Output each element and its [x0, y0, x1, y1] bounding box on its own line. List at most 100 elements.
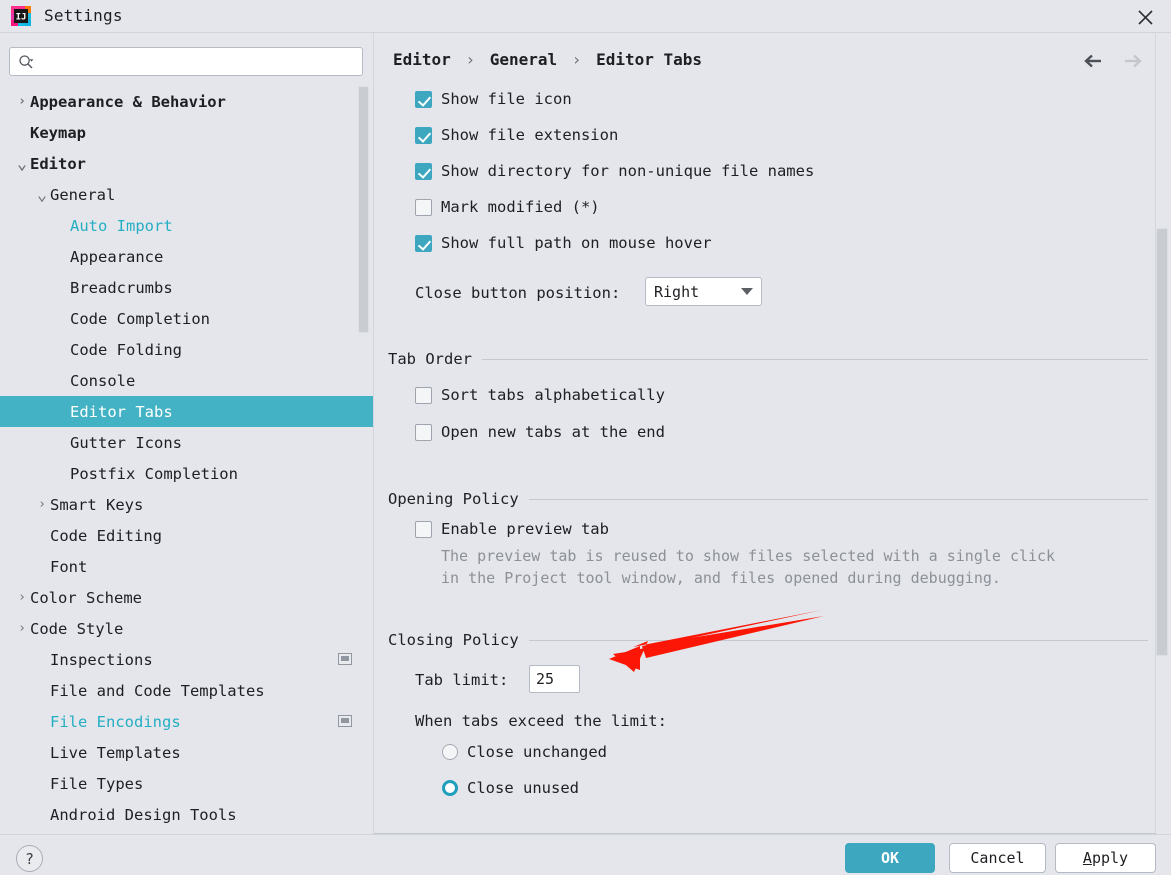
checkbox-box	[415, 234, 432, 252]
radio-close-unused[interactable]: Close unused	[442, 779, 579, 797]
checkbox-box	[415, 126, 432, 144]
apply-button[interactable]: Apply	[1055, 843, 1156, 873]
help-icon: ?	[24, 849, 35, 868]
sidebar-item-label: Color Scheme	[30, 588, 142, 607]
sidebar-item-postfix-completion[interactable]: Postfix Completion	[0, 458, 374, 489]
when-tabs-exceed-label: When tabs exceed the limit:	[415, 712, 667, 730]
checkbox-label: Enable preview tab	[441, 520, 609, 538]
group-title: Tab Order	[388, 350, 472, 368]
apply-button-label: pply	[1091, 849, 1129, 867]
checkbox-label: Sort tabs alphabetically	[441, 386, 665, 404]
group-divider	[528, 498, 1148, 500]
sidebar-item-file-encodings[interactable]: File Encodings	[0, 706, 374, 737]
checkbox-mark-modified[interactable]: Mark modified (*)	[415, 198, 600, 216]
chevron-right-icon[interactable]: ›	[14, 94, 30, 109]
tab-limit-input[interactable]	[529, 665, 580, 693]
breadcrumb: Editor › General › Editor Tabs	[393, 50, 702, 69]
sidebar-item-code-editing[interactable]: Code Editing	[0, 520, 374, 551]
sidebar-item-smart-keys[interactable]: › Smart Keys	[0, 489, 374, 520]
group-title: Closing Policy	[388, 631, 519, 649]
arrow-left-icon[interactable]	[1083, 51, 1105, 71]
group-divider	[528, 639, 1148, 641]
close-icon[interactable]	[1131, 3, 1159, 31]
checkbox-show-full-path-hover[interactable]: Show full path on mouse hover	[415, 234, 712, 252]
checkbox-label: Show full path on mouse hover	[441, 234, 712, 252]
sidebar-item-color-scheme[interactable]: › Color Scheme	[0, 582, 374, 613]
sidebar-item-live-templates[interactable]: Live Templates	[0, 737, 374, 768]
sidebar-item-font[interactable]: Font	[0, 551, 374, 582]
checkbox-box	[415, 90, 432, 108]
sidebar-item-appearance[interactable]: Appearance	[0, 241, 374, 272]
search-input[interactable]	[38, 54, 338, 69]
sidebar-item-code-completion[interactable]: Code Completion	[0, 303, 374, 334]
sidebar-item-label: Console	[70, 371, 136, 390]
sidebar-item-label: Editor Tabs	[70, 402, 173, 421]
main-scrollbar-thumb[interactable]	[1156, 228, 1168, 656]
project-scope-icon	[338, 715, 352, 727]
sidebar-item-label: Appearance	[70, 247, 164, 266]
sidebar-item-file-and-code-templates[interactable]: File and Code Templates	[0, 675, 374, 706]
chevron-down-icon	[741, 288, 753, 295]
sidebar-item-keymap[interactable]: Keymap	[0, 117, 374, 148]
intellij-idea-logo-icon: IJ	[11, 6, 31, 26]
sidebar-item-editor-tabs[interactable]: Editor Tabs	[0, 396, 374, 427]
breadcrumb-part-0[interactable]: Editor	[393, 50, 451, 69]
sidebar-item-file-types[interactable]: File Types	[0, 768, 374, 799]
sidebar-item-label: Breadcrumbs	[70, 278, 173, 297]
radio-label: Close unchanged	[467, 743, 607, 761]
preview-tab-hint-line2: in the Project tool window, and files op…	[441, 569, 1001, 587]
chevron-down-icon[interactable]: ⌄	[34, 186, 50, 203]
close-button-position-select[interactable]: Right	[645, 277, 762, 306]
window-title: Settings	[44, 6, 123, 25]
radio-button	[442, 744, 458, 760]
sidebar-item-console[interactable]: Console	[0, 365, 374, 396]
checkbox-open-new-tabs-at-end[interactable]: Open new tabs at the end	[415, 423, 665, 441]
cancel-button-label: Cancel	[970, 849, 1025, 867]
checkbox-box	[415, 162, 432, 180]
checkbox-enable-preview-tab[interactable]: Enable preview tab	[415, 520, 609, 538]
breadcrumb-separator: ›	[465, 50, 476, 69]
radio-close-unchanged[interactable]: Close unchanged	[442, 743, 607, 761]
chevron-right-icon[interactable]: ›	[14, 590, 30, 605]
sidebar-item-label: Code Style	[30, 619, 124, 638]
checkbox-label: Show file extension	[441, 126, 619, 144]
sidebar-item-general[interactable]: ⌄ General	[0, 179, 374, 210]
group-closing-policy: Closing Policy	[388, 631, 1148, 649]
search-box[interactable]	[9, 47, 363, 76]
settings-tree[interactable]: › Appearance & Behavior Keymap ⌄ Editor ⌄ Gene…	[0, 86, 374, 834]
checkbox-show-file-extension[interactable]: Show file extension	[415, 126, 618, 144]
sidebar-item-gutter-icons[interactable]: Gutter Icons	[0, 427, 374, 458]
sidebar-item-android-design-tools[interactable]: Android Design Tools	[0, 799, 374, 830]
search-icon	[19, 54, 34, 68]
sidebar-item-auto-import[interactable]: Auto Import	[0, 210, 374, 241]
radio-button	[442, 780, 458, 796]
chevron-right-icon[interactable]: ›	[34, 497, 50, 512]
sidebar-item-inspections[interactable]: Inspections	[0, 644, 374, 675]
ok-button[interactable]: OK	[845, 843, 935, 873]
sidebar-item-label: File Types	[50, 774, 144, 793]
chevron-right-icon[interactable]: ›	[14, 621, 30, 636]
sidebar-item-label: Code Folding	[70, 340, 182, 359]
cancel-button[interactable]: Cancel	[949, 843, 1046, 873]
checkbox-sort-tabs-alphabetically[interactable]: Sort tabs alphabetically	[415, 386, 665, 404]
checkbox-show-directory-non-unique[interactable]: Show directory for non-unique file names	[415, 162, 814, 180]
checkbox-box	[415, 423, 432, 441]
checkbox-show-file-icon[interactable]: Show file icon	[415, 90, 572, 108]
tab-limit-label: Tab limit:	[415, 671, 509, 689]
radio-label: Close unused	[467, 779, 579, 797]
sidebar-item-code-folding[interactable]: Code Folding	[0, 334, 374, 365]
sidebar-item-label: Gutter Icons	[70, 433, 182, 452]
help-button[interactable]: ?	[16, 845, 43, 872]
svg-text:IJ: IJ	[16, 13, 27, 23]
sidebar-item-code-style[interactable]: › Code Style	[0, 613, 374, 644]
sidebar-item-breadcrumbs[interactable]: Breadcrumbs	[0, 272, 374, 303]
sidebar-item-editor[interactable]: ⌄ Editor	[0, 148, 374, 179]
title-bar: IJ Settings	[0, 0, 1171, 33]
sidebar-item-appearance-behavior[interactable]: › Appearance & Behavior	[0, 86, 374, 117]
group-opening-policy: Opening Policy	[388, 490, 1148, 508]
sidebar-scrollbar-thumb[interactable]	[358, 86, 369, 333]
breadcrumb-part-1[interactable]: General	[490, 50, 557, 69]
chevron-down-icon[interactable]: ⌄	[14, 155, 30, 172]
sidebar-item-label: Code Completion	[70, 309, 210, 328]
checkbox-box	[415, 198, 432, 216]
